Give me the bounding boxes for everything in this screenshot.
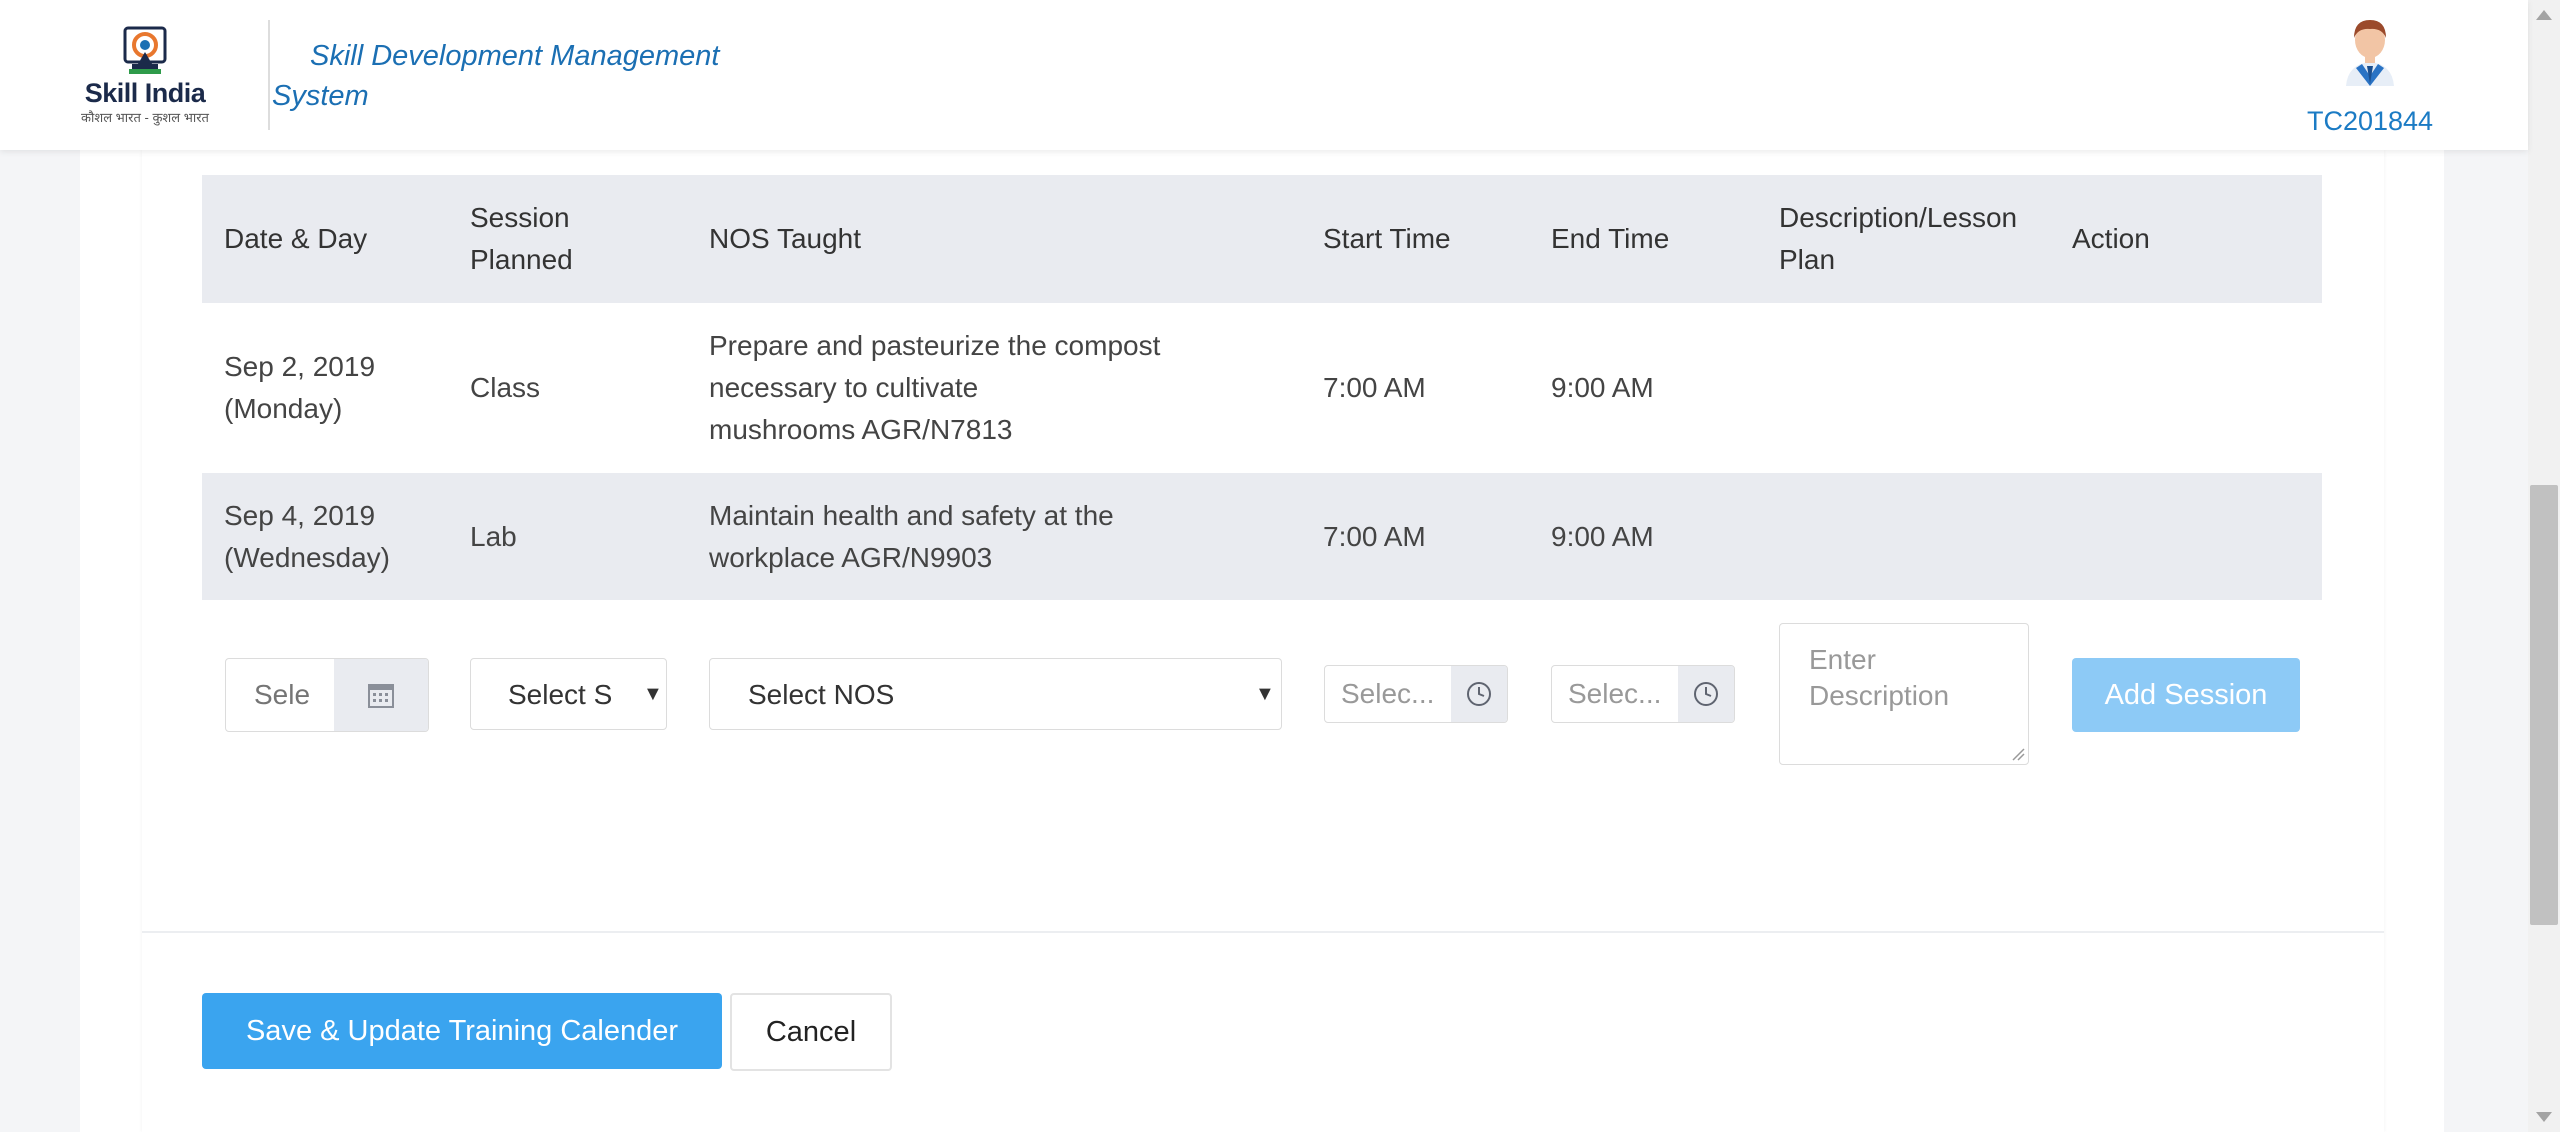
start-time-input[interactable]: Selec...: [1341, 666, 1469, 722]
skill-india-logo[interactable]: Skill India कौशल भारत - कुशल भारत: [80, 24, 210, 126]
session-date-picker[interactable]: [225, 658, 429, 732]
row-session: Lab: [470, 521, 517, 552]
col-date-day: Date & Day: [224, 223, 368, 254]
save-update-calendar-button[interactable]: Save & Update Training Calender: [202, 993, 722, 1069]
scrollbar-thumb[interactable]: [2530, 485, 2558, 925]
skill-india-emblem-icon: [123, 26, 167, 74]
nos-select[interactable]: Select NOS ▼: [709, 658, 1282, 730]
col-session-planned: Session Planned: [470, 202, 573, 275]
cancel-button[interactable]: Cancel: [730, 993, 892, 1071]
calendar-icon: [368, 684, 394, 708]
description-textarea[interactable]: Enter Description: [1779, 623, 2029, 765]
row-day: (Wednesday): [224, 542, 391, 573]
row-end-time: 9:00 AM: [1551, 372, 1654, 403]
section-divider: [142, 931, 2384, 933]
row-nos-line3: mushrooms AGR/N7813: [709, 414, 1013, 445]
end-time-button[interactable]: [1678, 666, 1734, 722]
row-start-time: 7:00 AM: [1323, 372, 1426, 403]
logo-title: Skill India: [84, 78, 206, 108]
chevron-down-icon: ▼: [1255, 683, 1275, 705]
description-placeholder: Enter Description: [1809, 644, 1950, 711]
scroll-up-arrow-icon[interactable]: [2536, 10, 2552, 20]
col-start-time: Start Time: [1323, 223, 1451, 254]
user-id-label[interactable]: TC201844: [2290, 106, 2450, 137]
resize-handle-icon[interactable]: [2011, 747, 2025, 761]
row-nos-line1: Maintain health and safety at the: [709, 500, 1114, 531]
nos-select-value: Select NOS: [748, 679, 895, 710]
chevron-down-icon: ▼: [643, 683, 663, 705]
clock-icon: [1467, 682, 1491, 706]
table-row: Sep 2, 2019 (Monday) Class Prepare and p…: [202, 303, 2322, 473]
start-time-button[interactable]: [1451, 666, 1507, 722]
clock-icon: [1694, 682, 1718, 706]
col-action: Action: [2072, 223, 2150, 254]
calendar-button[interactable]: [334, 659, 428, 731]
app-title: Skill Development Management System: [272, 40, 720, 112]
session-date-input[interactable]: [226, 659, 334, 731]
scroll-down-arrow-icon[interactable]: [2536, 1112, 2552, 1122]
session-type-select[interactable]: Select S ▼: [470, 658, 667, 730]
row-session: Class: [470, 372, 541, 403]
session-type-select-value: Select S: [508, 679, 613, 710]
add-session-button[interactable]: Add Session: [2072, 658, 2300, 732]
row-day: (Monday): [224, 393, 343, 424]
end-time-picker[interactable]: Selec...: [1551, 665, 1735, 723]
col-end-time: End Time: [1551, 223, 1670, 254]
start-time-picker[interactable]: Selec...: [1324, 665, 1508, 723]
row-date: Sep 4, 2019: [224, 500, 376, 531]
top-header: Skill India कौशल भारत - कुशल भारत Skill …: [0, 0, 2528, 150]
end-time-input[interactable]: Selec...: [1568, 666, 1696, 722]
row-nos-line2: workplace AGR/N9903: [709, 542, 993, 573]
row-start-time: 7:00 AM: [1323, 521, 1426, 552]
col-nos-taught: NOS Taught: [709, 223, 862, 254]
header-divider: [268, 20, 270, 130]
row-nos-line2: necessary to cultivate: [709, 372, 979, 403]
col-description: Description/Lesson Plan: [1779, 202, 2018, 275]
row-end-time: 9:00 AM: [1551, 521, 1654, 552]
row-date: Sep 2, 2019: [224, 351, 376, 382]
row-nos-line1: Prepare and pasteurize the compost: [709, 330, 1161, 361]
table-header: Date & Day Session Planned NOS Taught St…: [202, 175, 2322, 303]
logo-tagline: कौशल भारत - कुशल भारत: [81, 110, 209, 125]
table-row: Sep 4, 2019 (Wednesday) Lab Maintain hea…: [202, 473, 2322, 600]
user-avatar-icon[interactable]: [2336, 14, 2404, 86]
